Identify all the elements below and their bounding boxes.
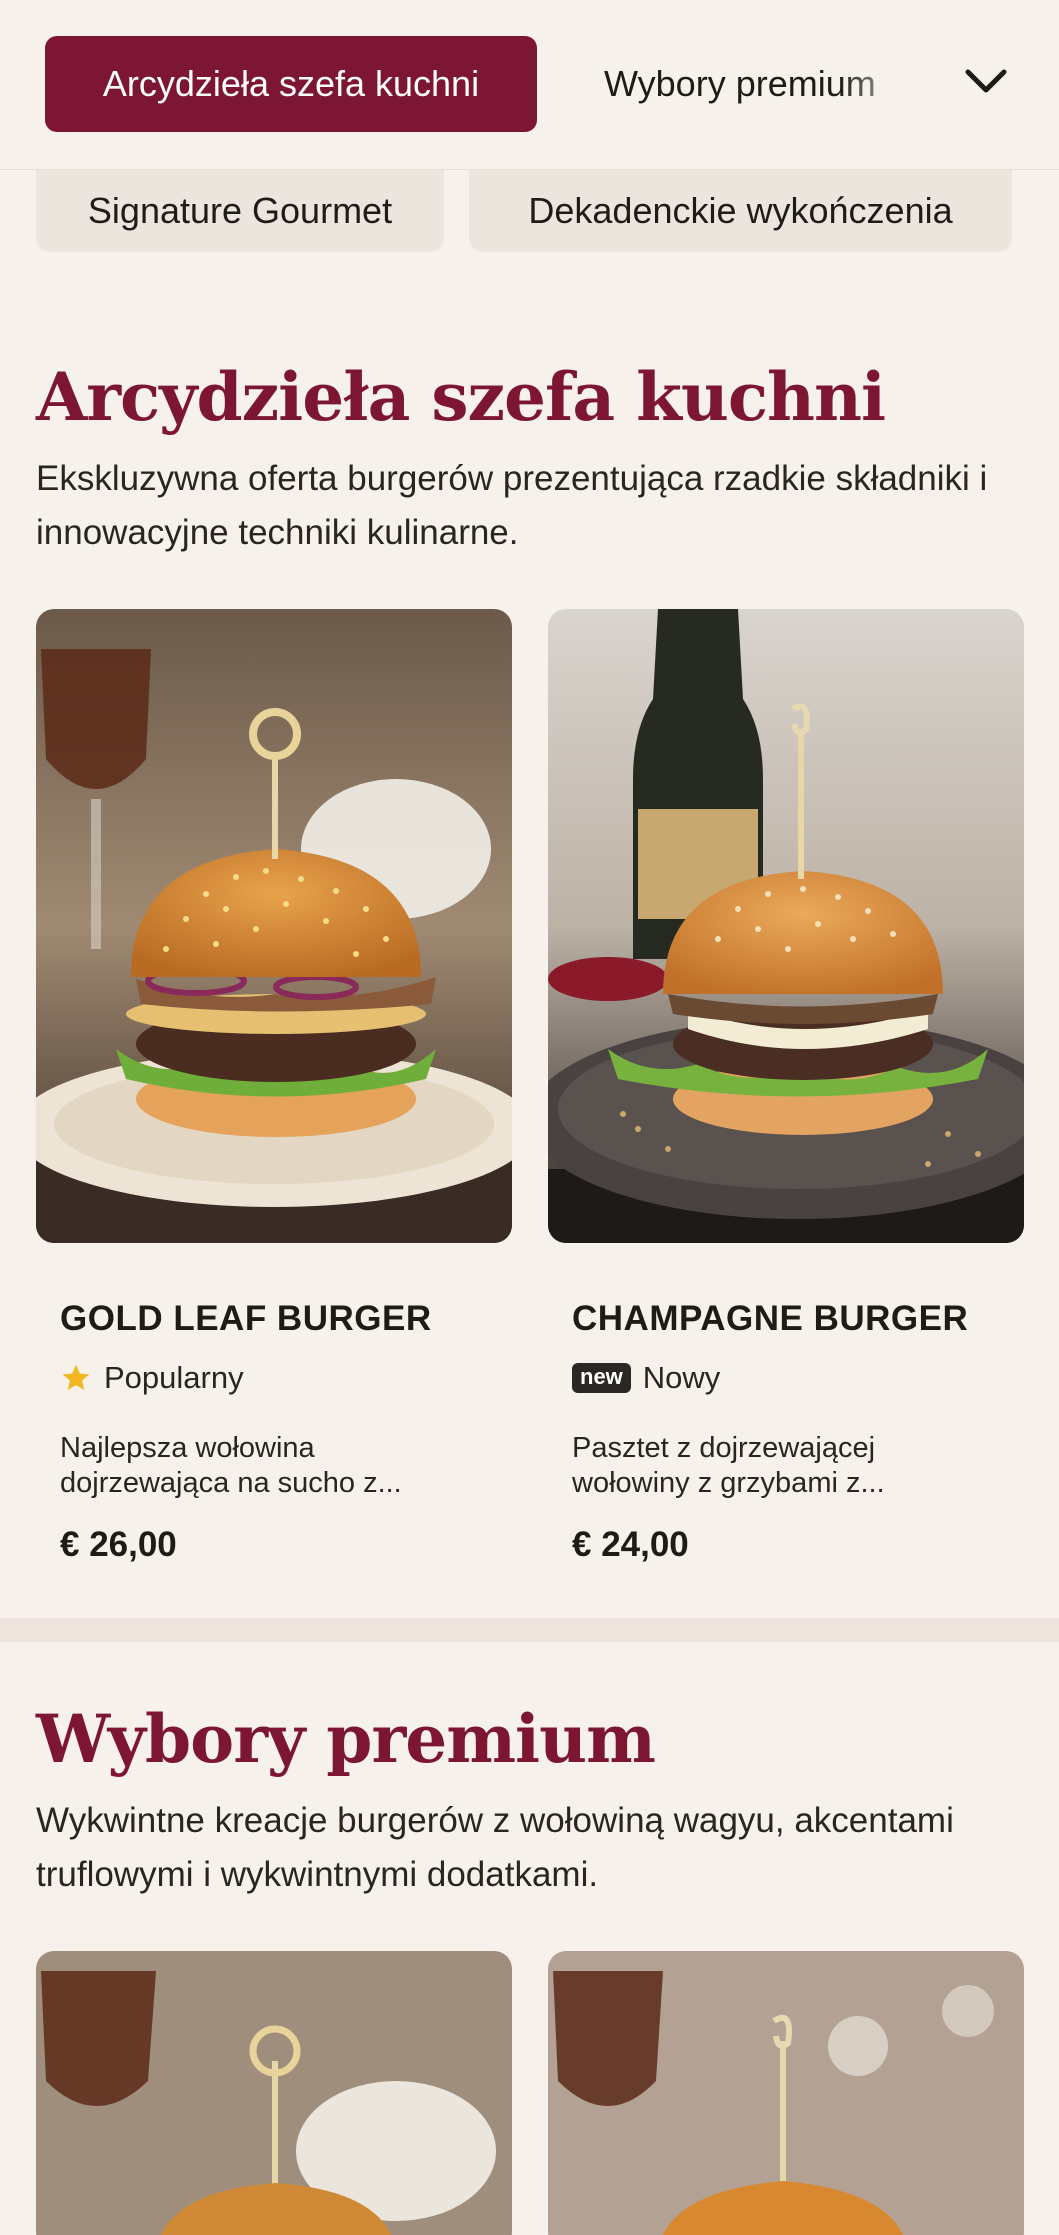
product-price: € 24,00 xyxy=(572,1525,689,1564)
product-image xyxy=(548,609,1024,1243)
product-card[interactable] xyxy=(548,1951,1024,2235)
product-name: GOLD LEAF BURGER xyxy=(60,1299,432,1338)
section-description: Ekskluzywna oferta burgerów prezentująca… xyxy=(36,459,988,552)
tab-chef-masterpieces[interactable]: Arcydzieła szefa kuchni xyxy=(45,36,537,132)
product-name: CHAMPAGNE BURGER xyxy=(572,1299,969,1338)
section-description: Wykwintne kreacje burgerów z wołowiną wa… xyxy=(36,1801,954,1894)
product-image xyxy=(36,609,512,1243)
star-icon xyxy=(62,1364,90,1390)
chevron-down-icon[interactable] xyxy=(962,62,1010,102)
tab-premium-choices[interactable]: Wybory premium xyxy=(604,36,876,132)
chip-signature-gourmet[interactable]: Signature Gourmet xyxy=(36,170,444,252)
section-title-premium-choices: Wybory premium xyxy=(36,1700,656,1778)
section-divider xyxy=(0,1618,1059,1642)
product-description: Pasztet z dojrzewającej wołowiny z grzyb… xyxy=(572,1432,885,1499)
product-image xyxy=(548,1951,1024,2235)
product-card-champagne-burger[interactable]: CHAMPAGNE BURGER new Nowy Pasztet z dojr… xyxy=(548,609,1024,1589)
new-tag-icon: new xyxy=(572,1363,631,1393)
section-title-chef-masterpieces: Arcydzieła szefa kuchni xyxy=(36,358,886,436)
product-card-gold-leaf-burger[interactable]: GOLD LEAF BURGER Popularny Najlepsza woł… xyxy=(36,609,512,1589)
product-badge: Popularny xyxy=(60,1357,244,1399)
badge-label: Nowy xyxy=(642,1360,721,1395)
badge-label: Popularny xyxy=(104,1360,244,1395)
product-badge: new Nowy xyxy=(572,1357,720,1399)
product-card[interactable] xyxy=(36,1951,512,2235)
subcategory-chips: Signature Gourmet Dekadenckie wykończeni… xyxy=(0,170,1059,252)
chip-decadent-finishes[interactable]: Dekadenckie wykończenia xyxy=(469,170,1012,252)
product-image xyxy=(36,1951,512,2235)
tab-scroll-fade xyxy=(840,30,940,140)
product-price: € 26,00 xyxy=(60,1525,177,1564)
product-description: Najlepsza wołowina dojrzewająca na sucho… xyxy=(60,1432,402,1499)
category-tab-bar: Arcydzieła szefa kuchni Wybory premium xyxy=(0,0,1059,170)
